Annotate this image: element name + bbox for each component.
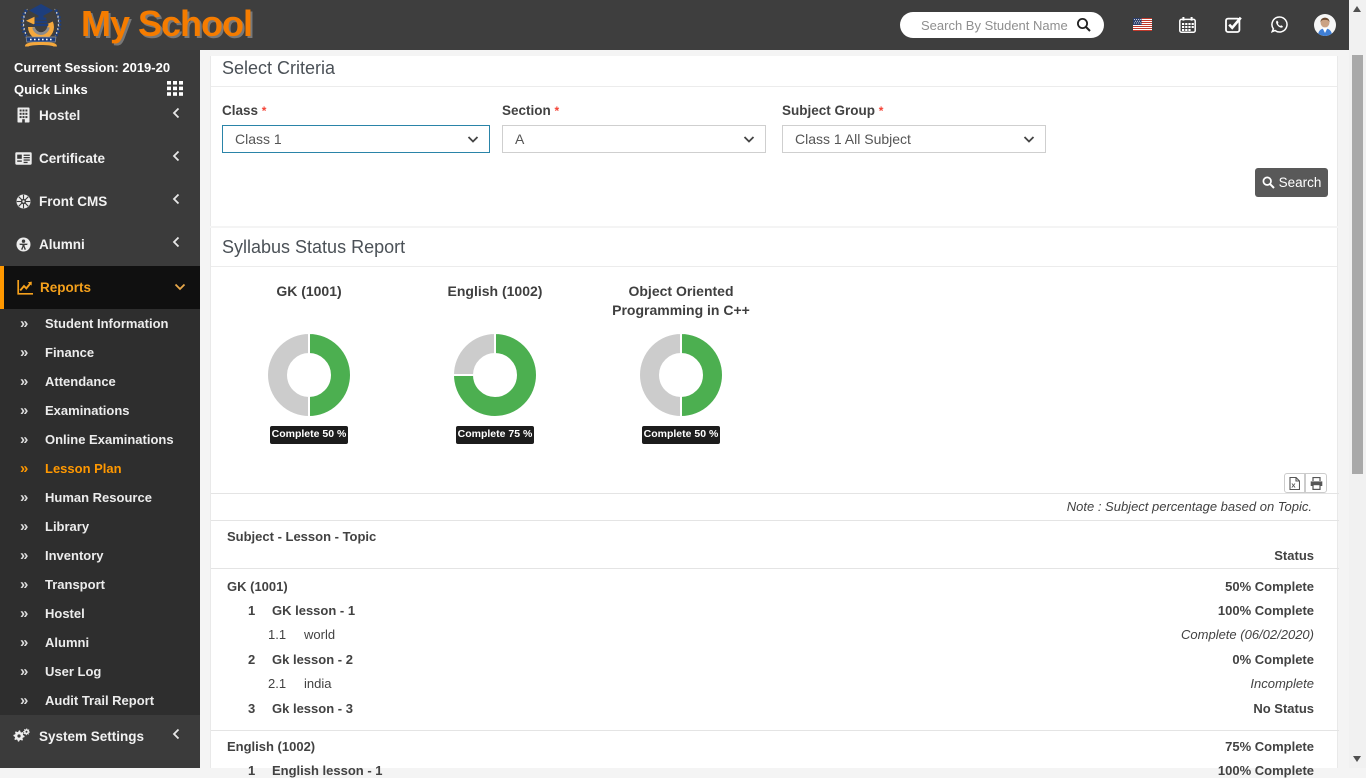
- svg-text:x: x: [1291, 480, 1296, 489]
